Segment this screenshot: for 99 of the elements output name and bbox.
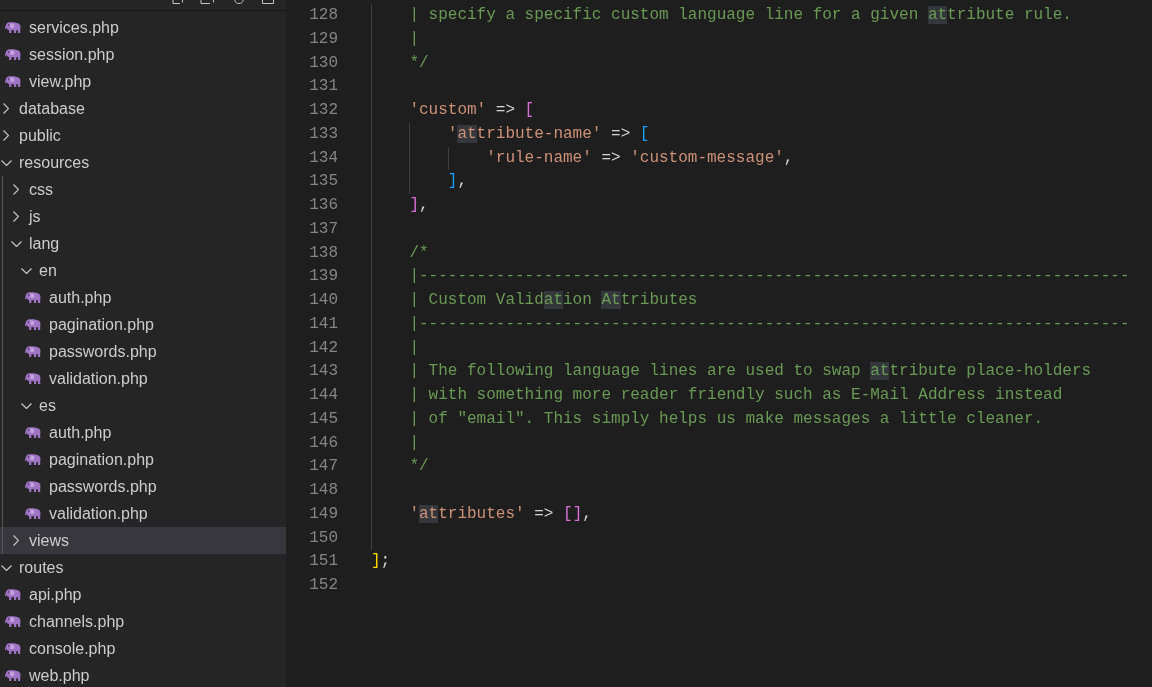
line-number: 143	[308, 361, 338, 383]
folder-item[interactable]: js	[0, 203, 286, 230]
line-number: 150	[308, 527, 338, 549]
code-line: | of "email". This simply helps us make messages a little cleaner.	[409, 408, 1044, 430]
elephant-icon	[5, 76, 21, 87]
file-item[interactable]: validation.php	[0, 500, 286, 527]
line-number: 138	[308, 242, 338, 264]
elephant-icon	[25, 292, 41, 303]
code-line: |	[409, 337, 419, 359]
code-line: 'rule-name' => 'custom-message',	[486, 147, 794, 169]
code-line: ],	[447, 171, 467, 193]
elephant-icon	[5, 22, 21, 33]
chevron-right-icon[interactable]	[13, 211, 19, 222]
file-item[interactable]: console.php	[0, 635, 286, 662]
code-line: 'attribute-name' => [	[447, 123, 650, 145]
code-line: |	[409, 432, 419, 454]
code-line: | Custom Validation Attributes	[409, 290, 698, 311]
elephant-icon	[5, 643, 21, 654]
new-file-icon[interactable]	[172, 0, 185, 4]
line-number: 145	[308, 408, 338, 430]
chevron-right-icon[interactable]	[3, 130, 9, 141]
line-number: 148	[308, 480, 338, 501]
elephant-icon	[25, 454, 41, 465]
file-item[interactable]: pagination.php	[0, 446, 286, 473]
line-number: 151	[308, 551, 338, 573]
file-item[interactable]: passwords.php	[0, 473, 286, 500]
code-line: ];	[371, 551, 391, 573]
file-item[interactable]: channels.php	[0, 608, 286, 635]
line-number: 135	[308, 171, 338, 193]
chevron-down-icon[interactable]	[20, 267, 32, 274]
code-line: */	[409, 456, 429, 478]
chevron-down-icon[interactable]	[0, 159, 12, 166]
file-item[interactable]: passwords.php	[0, 338, 286, 365]
folder-item[interactable]: en	[0, 257, 286, 284]
folder-item[interactable]: resources	[0, 149, 286, 176]
folder-item[interactable]: routes	[0, 554, 286, 581]
file-item[interactable]: auth.php	[0, 419, 286, 446]
code-line: 'custom' => [	[409, 100, 535, 121]
elephant-icon	[5, 49, 21, 60]
code-line: |--------------------------------------------------------------------------	[409, 313, 1130, 335]
chevron-right-icon[interactable]	[13, 535, 19, 546]
line-number: 149	[308, 503, 338, 525]
code-line: | with something more reader friendly such as E-Mail Address instead	[409, 385, 1063, 406]
folder-item[interactable]: es	[0, 392, 286, 419]
elephant-icon	[25, 319, 41, 330]
elephant-icon	[25, 346, 41, 357]
chevron-right-icon[interactable]	[13, 184, 19, 195]
line-number: 142	[308, 337, 338, 359]
line-number: 137	[308, 218, 338, 240]
line-number: 136	[308, 195, 338, 216]
folder-item[interactable]: database	[0, 95, 286, 122]
line-number: 140	[308, 290, 338, 311]
refresh-icon[interactable]	[234, 0, 244, 4]
file-item[interactable]: session.php	[0, 41, 286, 68]
elephant-icon	[25, 508, 41, 519]
line-number: 147	[308, 456, 338, 478]
elephant-icon	[5, 616, 21, 627]
file-item[interactable]: api.php	[0, 581, 286, 608]
file-item[interactable]: pagination.php	[0, 311, 286, 338]
line-number: 152	[308, 575, 338, 596]
elephant-icon	[25, 373, 41, 384]
line-number: 133	[308, 123, 338, 145]
folder-item[interactable]: lang	[0, 230, 286, 257]
line-number: 139	[308, 266, 338, 288]
file-item[interactable]: view.php	[0, 68, 286, 95]
folder-item[interactable]: css	[0, 176, 286, 203]
code-line: | The following language lines are used to swap attribute place-holders	[409, 361, 1092, 383]
file-item[interactable]: validation.php	[0, 365, 286, 392]
elephant-icon	[5, 670, 21, 681]
elephant-icon	[5, 589, 21, 600]
chevron-down-icon[interactable]	[20, 402, 32, 409]
code-line: /*	[409, 242, 429, 264]
line-number: 141	[308, 313, 338, 335]
line-number: 146	[308, 432, 338, 454]
chevron-right-icon[interactable]	[3, 103, 9, 114]
code-line: |--------------------------------------------------------------------------	[409, 266, 1130, 288]
line-number: 134	[308, 147, 338, 169]
folder-item[interactable]: views	[0, 527, 286, 554]
code-line: |	[409, 28, 419, 50]
file-item[interactable]: auth.php	[0, 284, 286, 311]
code-line: 'attributes' => [],	[409, 503, 592, 525]
line-number: 144	[308, 385, 338, 406]
chevron-down-icon[interactable]	[10, 240, 22, 247]
line-number: 131	[308, 76, 338, 98]
chevron-down-icon[interactable]	[0, 564, 12, 571]
folder-item[interactable]: public	[0, 122, 286, 149]
file-item[interactable]: services.php	[0, 14, 286, 41]
line-number: 130	[308, 52, 338, 74]
elephant-icon	[25, 481, 41, 492]
line-number: 129	[308, 28, 338, 50]
elephant-icon	[25, 427, 41, 438]
line-number: 128	[308, 5, 338, 26]
new-folder-icon[interactable]	[200, 0, 216, 4]
code-line: */	[409, 52, 429, 74]
code-line: ],	[409, 195, 429, 216]
collapse-all-icon[interactable]	[262, 0, 274, 4]
file-item[interactable]: web.php	[0, 662, 286, 687]
code-line: | specify a specific custom language line for a given attribute rule.	[409, 5, 1072, 26]
line-number: 132	[308, 100, 338, 121]
